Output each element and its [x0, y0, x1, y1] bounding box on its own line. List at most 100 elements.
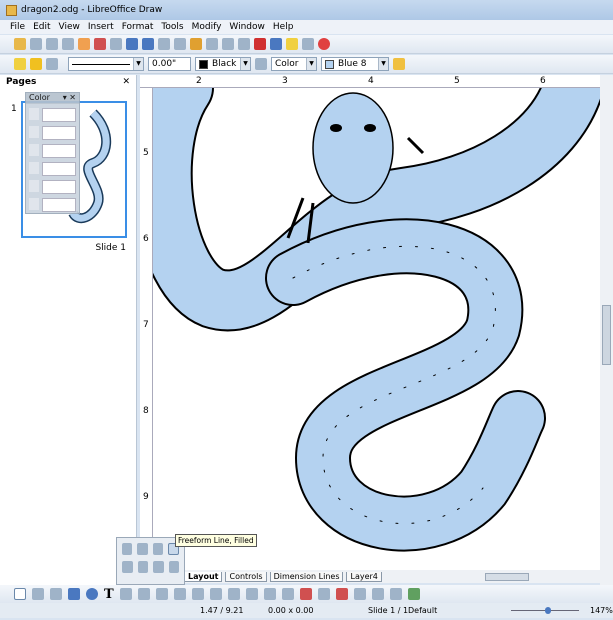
polygon-45-filled-icon[interactable]: [152, 543, 164, 555]
undo-icon[interactable]: [222, 38, 234, 50]
color-field[interactable]: [42, 180, 76, 194]
arrow-style-icon[interactable]: [46, 58, 58, 70]
zoom-level[interactable]: 147%: [590, 606, 613, 615]
arrange-icon[interactable]: [407, 588, 420, 600]
pages-panel: Pages ✕ 1 Color ▾ ✕ Slide 1: [0, 75, 137, 585]
title-bar: dragon2.odg - LibreOffice Draw: [0, 0, 613, 20]
cut-icon[interactable]: [158, 38, 170, 50]
clone-icon[interactable]: [206, 38, 218, 50]
line-color-select[interactable]: Black ▼: [195, 57, 251, 71]
text-icon[interactable]: T: [104, 587, 114, 602]
help-icon[interactable]: [318, 38, 330, 50]
tab-controls[interactable]: Controls: [225, 571, 267, 582]
color-field[interactable]: [42, 126, 76, 140]
points-icon[interactable]: [281, 588, 294, 600]
vertical-ruler[interactable]: 56789: [140, 88, 153, 570]
zoom-slider[interactable]: [505, 607, 585, 614]
freeform-line-icon[interactable]: [168, 561, 179, 573]
chart-icon[interactable]: [254, 38, 266, 50]
color-field[interactable]: [42, 198, 76, 212]
drawing-canvas[interactable]: [153, 88, 600, 570]
vertical-scrollbar[interactable]: [600, 75, 613, 585]
close-icon[interactable]: ✕: [122, 77, 130, 87]
polygon-icon[interactable]: [137, 561, 148, 573]
menu-format[interactable]: Format: [122, 22, 154, 32]
color-field[interactable]: [42, 144, 76, 158]
print-icon[interactable]: [110, 38, 122, 50]
line-width-input[interactable]: 0.00": [148, 57, 191, 71]
spellcheck-icon[interactable]: [126, 38, 138, 50]
shadow-icon[interactable]: [393, 58, 405, 70]
zoom-icon[interactable]: [302, 38, 314, 50]
arrow-line-icon[interactable]: [50, 588, 62, 600]
callouts-icon[interactable]: [245, 588, 258, 600]
line-icon[interactable]: [32, 588, 44, 600]
menu-tools[interactable]: Tools: [161, 22, 183, 32]
color-field[interactable]: [42, 162, 76, 176]
area-color-select[interactable]: Blue 8 ▼: [321, 57, 389, 71]
redo-icon[interactable]: [238, 38, 250, 50]
standard-toolbar: [0, 35, 613, 54]
tab-layer4[interactable]: Layer4: [346, 571, 382, 582]
close-icon[interactable]: ▾ ✕: [63, 93, 76, 104]
new-icon[interactable]: [14, 38, 26, 50]
curve-icon[interactable]: [119, 588, 132, 600]
polygon-filled-icon[interactable]: [137, 543, 148, 555]
menu-file[interactable]: File: [10, 22, 25, 32]
pages-title: Pages: [6, 77, 37, 87]
save-icon[interactable]: [46, 38, 58, 50]
menu-view[interactable]: View: [59, 22, 80, 32]
fontwork-icon[interactable]: [317, 588, 330, 600]
stars-icon[interactable]: [263, 588, 276, 600]
autospell-icon[interactable]: [142, 38, 154, 50]
layout-name: Default: [408, 606, 438, 615]
effects-icon[interactable]: [371, 588, 384, 600]
select-icon[interactable]: [14, 588, 26, 600]
email-icon[interactable]: [62, 38, 74, 50]
polygon-45-icon[interactable]: [153, 561, 164, 573]
slide-indicator: Slide 1 / 1: [368, 606, 409, 615]
tab-layout[interactable]: Layout: [184, 571, 223, 582]
navigator-icon[interactable]: [286, 38, 298, 50]
color-palette-title: Color: [29, 93, 50, 102]
menu-modify[interactable]: Modify: [192, 22, 222, 32]
edit-file-icon[interactable]: [78, 38, 90, 50]
tab-dimension-lines[interactable]: Dimension Lines: [269, 571, 344, 582]
table-icon[interactable]: [270, 38, 282, 50]
flowchart-icon[interactable]: [227, 588, 240, 600]
fill-format-icon[interactable]: [30, 58, 42, 70]
menu-help[interactable]: Help: [273, 22, 294, 32]
copy-icon[interactable]: [174, 38, 186, 50]
alignment-icon[interactable]: [389, 588, 402, 600]
styles-icon[interactable]: [14, 58, 26, 70]
chevron-down-icon: ▼: [133, 58, 143, 70]
menu-insert[interactable]: Insert: [88, 22, 114, 32]
lines-arrows-icon[interactable]: [155, 588, 168, 600]
menu-window[interactable]: Window: [229, 22, 265, 32]
size-readout: 0.00 x 0.00: [268, 606, 314, 615]
horizontal-ruler[interactable]: 23456: [140, 75, 600, 88]
from-file-icon[interactable]: [335, 588, 348, 600]
horizontal-scrollbar[interactable]: [484, 572, 529, 581]
curve-filled-icon[interactable]: [122, 543, 133, 555]
export-pdf-icon[interactable]: [94, 38, 106, 50]
glue-points-icon[interactable]: [299, 588, 312, 600]
ellipse-icon[interactable]: [86, 588, 98, 600]
slide-label: Slide 1: [95, 243, 126, 253]
symbol-shapes-icon[interactable]: [191, 588, 204, 600]
area-style-select[interactable]: Color ▼: [271, 57, 317, 71]
open-icon[interactable]: [30, 38, 42, 50]
dragon-drawing: [153, 88, 600, 552]
area-icon[interactable]: [255, 58, 267, 70]
gallery-icon[interactable]: [353, 588, 366, 600]
menu-edit[interactable]: Edit: [33, 22, 50, 32]
curve-icon[interactable]: [122, 561, 133, 573]
connector-icon[interactable]: [137, 588, 150, 600]
line-style-select[interactable]: ▼: [68, 57, 144, 71]
color-field[interactable]: [42, 108, 76, 122]
app-icon: [6, 4, 17, 16]
block-arrows-icon[interactable]: [209, 588, 222, 600]
rectangle-icon[interactable]: [68, 588, 80, 600]
paste-icon[interactable]: [190, 38, 202, 50]
basic-shapes-icon[interactable]: [173, 588, 186, 600]
